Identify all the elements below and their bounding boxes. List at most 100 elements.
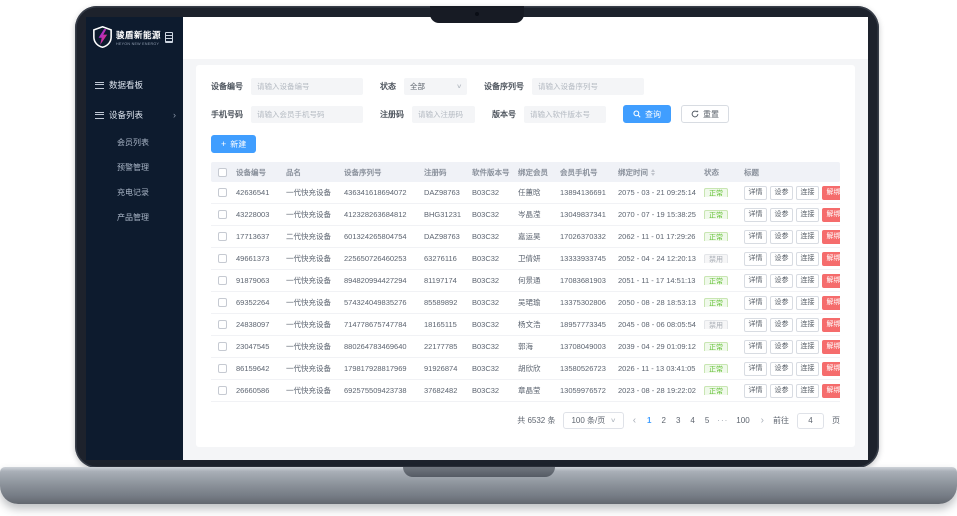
detail-button[interactable]: 详情 <box>744 229 767 244</box>
serial-input[interactable] <box>532 78 644 95</box>
unbind-button[interactable]: 解绑 <box>822 339 840 354</box>
row-checkbox[interactable] <box>217 188 227 197</box>
detail-button[interactable]: 详情 <box>744 207 767 222</box>
goto-page-input[interactable] <box>797 412 824 429</box>
app-window: 骏盾新能源 HEYON NEW ENERGY 数据看板 设备列表 › 会员列表 预警管理… <box>86 17 868 460</box>
sidebar-item-member-list[interactable]: 会员列表 <box>86 130 183 155</box>
prev-page-button[interactable]: ‹ <box>632 415 637 426</box>
unbind-button[interactable]: 解绑 <box>822 229 840 244</box>
device-no-cell: 42636541 <box>236 188 270 197</box>
serial-cell: 412328263684812 <box>344 210 407 219</box>
unbind-button[interactable]: 解绑 <box>822 383 840 398</box>
header-checkbox-cell <box>211 167 233 177</box>
page-number[interactable]: 2 <box>659 416 667 425</box>
status-select-value: 全部 <box>410 82 425 91</box>
serial-cell: 574324049835276 <box>344 298 407 307</box>
set-params-button[interactable]: 设参 <box>770 383 793 398</box>
table-row: 91879063 一代快充设备 894820994427294 81197174 B03… <box>211 270 840 292</box>
status-select[interactable]: 全部 ∨ <box>404 78 467 95</box>
detail-button[interactable]: 详情 <box>744 361 767 376</box>
phone-input[interactable] <box>251 105 363 123</box>
set-params-button[interactable]: 设参 <box>770 229 793 244</box>
page-number[interactable]: 5 <box>703 416 711 425</box>
status-badge: 正常 <box>704 364 728 373</box>
next-page-button[interactable]: › <box>760 415 765 426</box>
create-button[interactable]: + 新建 <box>211 135 257 153</box>
row-checkbox[interactable] <box>217 232 227 241</box>
connect-button[interactable]: 连接 <box>796 383 819 398</box>
sidebar-item-charging-records[interactable]: 充电记录 <box>86 180 183 205</box>
set-params-button[interactable]: 设参 <box>770 295 793 310</box>
connect-button[interactable]: 连接 <box>796 185 819 200</box>
connect-button[interactable]: 连接 <box>796 361 819 376</box>
detail-button[interactable]: 详情 <box>744 273 767 288</box>
connect-button[interactable]: 连接 <box>796 317 819 332</box>
row-checkbox-cell <box>211 298 233 307</box>
unbind-button[interactable]: 解绑 <box>822 317 840 332</box>
page-number[interactable]: 1 <box>645 416 653 425</box>
sidebar-item-product-management[interactable]: 产品管理 <box>86 205 183 230</box>
row-checkbox[interactable] <box>217 320 227 329</box>
set-params-button[interactable]: 设参 <box>770 361 793 376</box>
row-checkbox[interactable] <box>217 210 227 219</box>
set-params-button[interactable]: 设参 <box>770 339 793 354</box>
set-params-button[interactable]: 设参 <box>770 273 793 288</box>
sort-icon[interactable] <box>651 168 655 176</box>
phone-cell: 13894136691 <box>560 188 606 197</box>
unbind-button[interactable]: 解绑 <box>822 295 840 310</box>
page-number[interactable]: 100 <box>734 416 751 425</box>
connect-button[interactable]: 连接 <box>796 339 819 354</box>
detail-button[interactable]: 详情 <box>744 251 767 266</box>
page-number[interactable]: 3 <box>674 416 682 425</box>
laptop-screen: 骏盾新能源 HEYON NEW ENERGY 数据看板 设备列表 › 会员列表 预警管理… <box>75 6 879 468</box>
detail-button[interactable]: 详情 <box>744 317 767 332</box>
set-params-button[interactable]: 设参 <box>770 251 793 266</box>
unbind-button[interactable]: 解绑 <box>822 185 840 200</box>
unbind-button[interactable]: 解绑 <box>822 273 840 288</box>
unbind-button[interactable]: 解绑 <box>822 361 840 376</box>
row-checkbox[interactable] <box>217 298 227 307</box>
detail-button[interactable]: 详情 <box>744 295 767 310</box>
column-header-label: 设备编号 <box>236 167 266 177</box>
detail-button[interactable]: 详情 <box>744 383 767 398</box>
device-no-label: 设备编号 <box>211 82 243 91</box>
connect-button[interactable]: 连接 <box>796 229 819 244</box>
sidebar-item-alert-management[interactable]: 预警管理 <box>86 155 183 180</box>
detail-button[interactable]: 详情 <box>744 185 767 200</box>
reset-button[interactable]: 重置 <box>681 105 729 123</box>
sidebar-item-dashboard[interactable]: 数据看板 <box>86 70 183 100</box>
connect-button[interactable]: 连接 <box>796 273 819 288</box>
sidebar: 骏盾新能源 HEYON NEW ENERGY 数据看板 设备列表 › 会员列表 预警管理… <box>86 17 183 460</box>
row-checkbox[interactable] <box>217 342 227 351</box>
connect-button[interactable]: 连接 <box>796 295 819 310</box>
brand-seal-icon <box>165 31 174 43</box>
row-checkbox[interactable] <box>217 386 227 395</box>
search-button[interactable]: 查询 <box>623 105 671 123</box>
regcode-input[interactable] <box>412 105 475 123</box>
plus-icon: + <box>221 138 227 149</box>
device-no-input[interactable] <box>251 78 363 95</box>
sidebar-item-device-list[interactable]: 设备列表 › <box>86 100 183 130</box>
version-cell: B03C32 <box>472 342 500 351</box>
device-no-cell: 26660586 <box>236 386 270 395</box>
version-input[interactable] <box>524 105 606 123</box>
set-params-button[interactable]: 设参 <box>770 317 793 332</box>
status-cell: 正常 <box>701 276 741 285</box>
detail-button[interactable]: 详情 <box>744 339 767 354</box>
page-number[interactable]: 4 <box>688 416 696 425</box>
set-params-button[interactable]: 设参 <box>770 185 793 200</box>
unbind-button[interactable]: 解绑 <box>822 207 840 222</box>
row-checkbox[interactable] <box>217 364 227 373</box>
connect-button[interactable]: 连接 <box>796 251 819 266</box>
connect-button[interactable]: 连接 <box>796 207 819 222</box>
status-badge: 正常 <box>704 188 728 197</box>
reg-code-cell: 81197174 <box>424 276 457 285</box>
unbind-button[interactable]: 解绑 <box>822 251 840 266</box>
bind-time-cell: 2052 - 04 - 24 12:20:13 <box>618 254 696 263</box>
row-checkbox[interactable] <box>217 276 227 285</box>
select-all-checkbox[interactable] <box>217 167 227 177</box>
product-cell: 一代快充设备 <box>286 254 331 263</box>
row-checkbox[interactable] <box>217 254 227 263</box>
set-params-button[interactable]: 设参 <box>770 207 793 222</box>
page-size-select[interactable]: 100 条/页 ∨ <box>563 412 624 429</box>
